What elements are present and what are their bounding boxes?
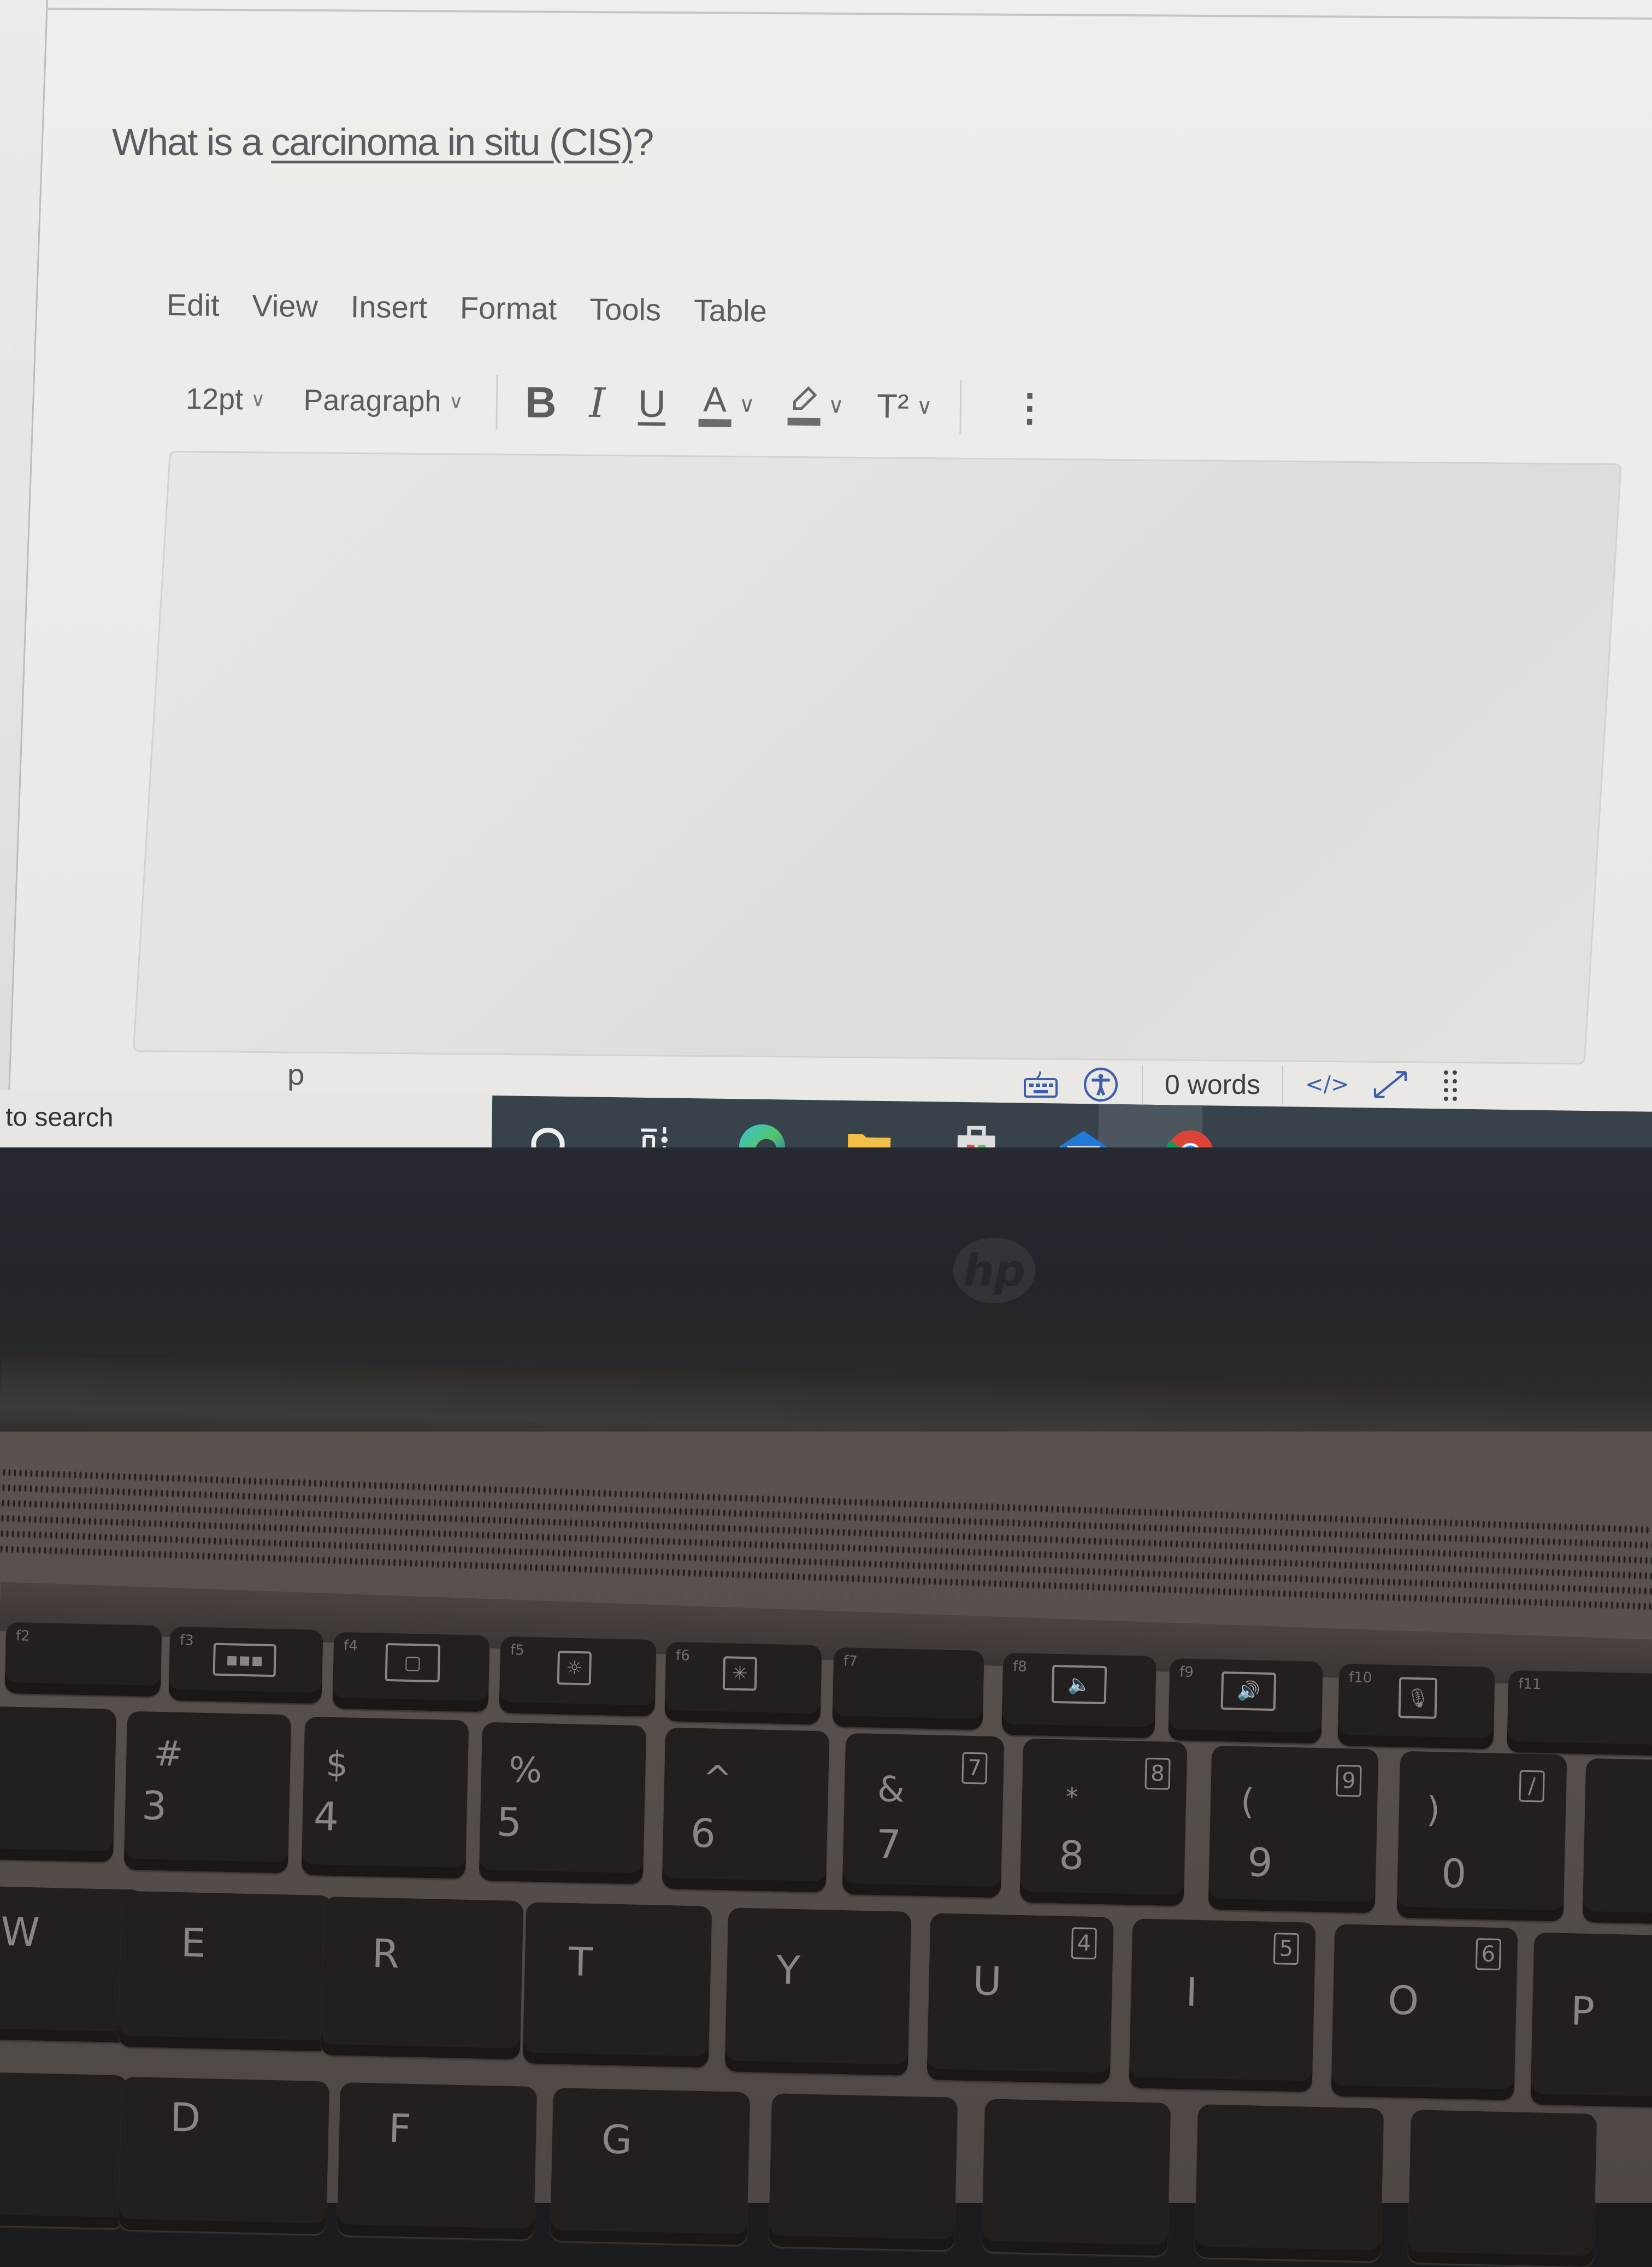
key-p[interactable]: P [1530,1932,1652,2109]
status-divider [1282,1065,1284,1104]
text-color-icon: A [698,379,731,427]
chevron-down-icon: ∨ [916,394,933,419]
key-0[interactable]: ) 0 / [1396,1751,1567,1922]
superscript-button[interactable]: T² ∨ [877,387,933,426]
menu-format[interactable]: Format [460,290,557,327]
toolbar-divider [959,379,962,434]
key-minus[interactable] [1582,1758,1652,1925]
key-6[interactable]: ^ 6 [662,1727,830,1893]
editor-toolbar: 12pt ∨ Paragraph ∨ B I U A ∨ ∨ T² ∨ ⋮ [185,372,1049,435]
key-f[interactable]: F [337,2082,538,2240]
bold-button[interactable]: B [524,378,557,428]
chevron-down-icon: ∨ [250,388,266,411]
text-color-glyph: A [703,379,727,420]
more-options-button[interactable]: ⋮ [1010,385,1049,431]
key-2[interactable] [0,1705,117,1863]
key-j[interactable] [981,2099,1171,2256]
search-placeholder: to search [5,1103,114,1133]
menu-tools[interactable]: Tools [589,291,661,327]
question-prefix: What is a [112,121,272,163]
key-i[interactable]: I 5 [1129,1918,1316,2092]
accessibility-checker-icon[interactable] [1082,1067,1120,1102]
brightness-up-icon: ✳ [722,1656,758,1691]
underline-button[interactable]: U [638,382,666,426]
block-format-select[interactable]: Paragraph ∨ [303,383,463,419]
key-f8[interactable]: f8 🔈 [1001,1652,1157,1739]
key-9[interactable]: ( 9 9 [1208,1745,1379,1913]
superscript-icon: T² [876,387,909,426]
word-count: 0 words [1165,1069,1261,1100]
key-f5[interactable]: f5 ☼ [499,1636,657,1717]
key-k[interactable] [1194,2104,1384,2262]
key-y[interactable]: Y [724,1907,912,2076]
html-editor-toggle[interactable]: </> [1305,1072,1349,1097]
menu-edit[interactable]: Edit [167,287,220,323]
key-e[interactable]: E [118,1891,333,2052]
key-d[interactable]: D [118,2076,330,2235]
italic-button[interactable]: I [589,380,605,427]
chevron-down-icon: ∨ [828,393,845,418]
chevron-down-icon: ∨ [449,390,464,413]
key-4[interactable]: $ 4 [301,1716,469,1879]
question-suffix: ? [633,121,654,163]
key-3[interactable]: # 3 [123,1711,292,1874]
key-l[interactable] [1407,2110,1597,2267]
text-color-button[interactable]: A ∨ [698,379,756,427]
hp-logo: hp [953,1238,1035,1303]
mic-mute-icon: 🎙 [1398,1677,1438,1719]
brightness-down-icon: ☼ [557,1651,592,1686]
key-g[interactable]: G [550,2087,751,2246]
menu-view[interactable]: View [252,288,318,324]
fullscreen-icon[interactable] [1371,1068,1409,1101]
display-switch-icon: ▢ [385,1642,441,1683]
menu-table[interactable]: Table [694,292,768,328]
element-path[interactable]: p [287,1059,305,1092]
glossary-link[interactable]: carcinoma in situ (CIS) [271,121,634,163]
laptop-screen: What is a carcinoma in situ (CIS)? Edit … [0,0,1652,1153]
key-f3[interactable]: f3 ▪▪▪ [168,1626,323,1704]
key-h[interactable] [768,2093,958,2251]
resize-handle-icon[interactable] [1431,1068,1470,1101]
volume-up-icon: 🔊 [1220,1671,1277,1711]
status-divider [1142,1065,1143,1104]
chevron-down-icon: ∨ [739,392,756,417]
key-r[interactable]: R [320,1896,524,2060]
highlighter-icon [787,385,821,426]
key-7[interactable]: & 7 7 [842,1733,1005,1898]
font-size-select[interactable]: 12pt ∨ [186,382,266,417]
key-f11[interactable]: f11 [1507,1670,1652,1756]
question-text: What is a carcinoma in situ (CIS)? [112,120,654,164]
key-f10[interactable]: f10 🎙 [1337,1663,1495,1750]
key-5[interactable]: % 5 [479,1722,647,1885]
key-f2[interactable]: f2 [4,1622,162,1697]
key-f4[interactable]: f4 ▢ [332,1632,490,1712]
editor-menubar: Edit View Insert Format Tools Table [167,287,768,329]
rich-text-editor-body[interactable] [132,451,1622,1065]
highlight-color-button[interactable]: ∨ [787,385,844,426]
volume-down-icon: 🔈 [1051,1664,1107,1705]
toolbar-divider [495,374,498,429]
font-size-value: 12pt [185,382,244,416]
key-t[interactable]: T [522,1902,712,2068]
keyboard: f2 f3 ▪▪▪ f4 ▢ f5 ☼ f6 ✳ f7 f8 🔈 f9 🔊 f1… [0,1612,1652,2267]
keyboard-shortcuts-icon[interactable] [1022,1068,1060,1101]
key-f9[interactable]: f9 🔊 [1168,1658,1323,1744]
key-u[interactable]: U 4 [927,1913,1114,2084]
keyboard-backlight-icon: ▪▪▪ [213,1642,276,1677]
key-f6[interactable]: f6 ✳ [664,1641,822,1725]
key-s[interactable] [0,2071,128,2229]
key-o[interactable]: O 6 [1331,1924,1518,2100]
menu-insert[interactable]: Insert [351,289,428,325]
key-f7[interactable]: f7 [832,1647,984,1730]
key-8[interactable]: * 8 8 [1019,1738,1188,1906]
block-format-value: Paragraph [303,384,441,418]
